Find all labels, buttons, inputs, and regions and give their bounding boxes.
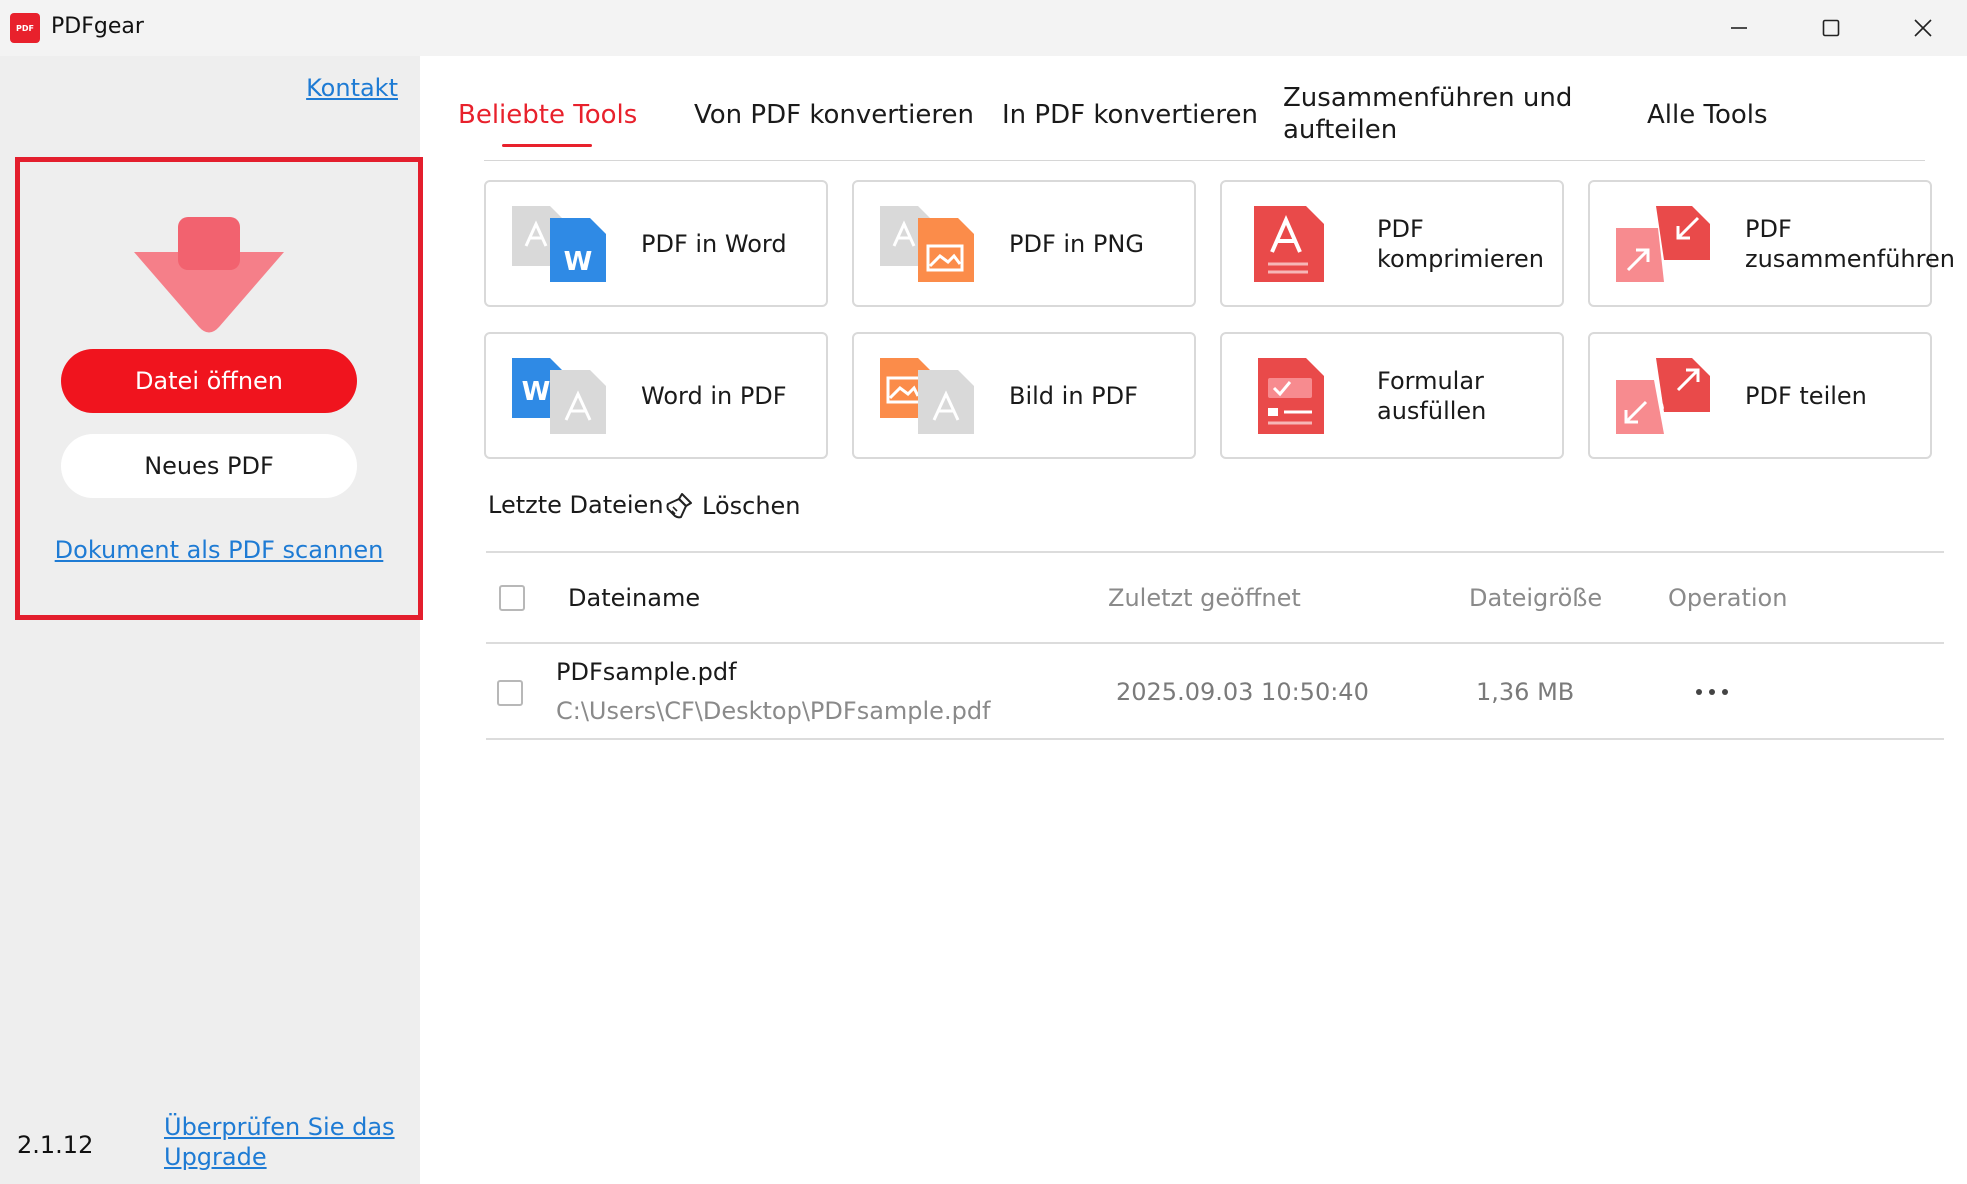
recent-files-title: Letzte Dateien (488, 491, 664, 519)
close-button[interactable] (1877, 0, 1967, 56)
open-file-button[interactable]: Datei öffnen (61, 349, 357, 413)
broom-icon (666, 493, 692, 519)
more-options-button[interactable] (1690, 670, 1734, 714)
tool-label: PDF komprimieren (1377, 214, 1545, 273)
split-pdf-icon (1616, 358, 1710, 435)
column-header-last-opened[interactable]: Zuletzt geöffnet (1108, 584, 1301, 612)
close-icon (1914, 19, 1932, 37)
new-pdf-button[interactable]: Neues PDF (61, 434, 357, 498)
contact-link[interactable]: Kontakt (306, 74, 398, 102)
tab-merge-split[interactable]: Zusammenführen und aufteilen (1283, 82, 1583, 146)
tool-label: PDF in Word (641, 229, 787, 258)
maximize-icon (1822, 19, 1840, 37)
merge-pdf-icon (1616, 206, 1710, 282)
image-to-pdf-icon (880, 358, 974, 434)
tabs-divider (484, 160, 1925, 161)
active-tab-indicator (502, 144, 592, 147)
pdf-to-word-icon: W (512, 206, 606, 282)
tool-pdf-to-png[interactable]: PDF in PNG (852, 180, 1196, 307)
tool-merge-pdf[interactable]: PDF zusammenführen (1588, 180, 1955, 307)
app-logo: PDF (10, 13, 40, 43)
maximize-button[interactable] (1785, 0, 1877, 56)
tool-label: PDF in PNG (1009, 229, 1144, 258)
tool-compress-pdf[interactable]: PDF komprimieren (1220, 180, 1564, 307)
check-upgrade-link[interactable]: Überprüfen Sie das Upgrade (164, 1112, 404, 1172)
tool-image-to-pdf[interactable]: Bild in PDF (852, 332, 1196, 459)
tool-label: PDF teilen (1745, 381, 1867, 410)
header-divider (486, 642, 1944, 644)
tool-label: Formular ausfüllen (1377, 366, 1487, 425)
tool-pdf-to-word[interactable]: W PDF in Word (484, 180, 828, 307)
tool-split-pdf[interactable]: PDF teilen (1588, 332, 1932, 459)
tool-label: Word in PDF (641, 381, 787, 410)
tab-popular-tools[interactable]: Beliebte Tools (458, 99, 637, 131)
tool-fill-form[interactable]: Formular ausfüllen (1220, 332, 1564, 459)
word-to-pdf-icon: W (512, 358, 606, 434)
column-header-operation: Operation (1668, 584, 1788, 612)
drop-file-arrow-icon (134, 217, 284, 333)
minimize-button[interactable] (1693, 0, 1785, 56)
clear-label: Löschen (702, 492, 801, 520)
version-label: 2.1.12 (17, 1131, 94, 1159)
compress-pdf-icon (1254, 206, 1324, 282)
fill-form-icon (1258, 358, 1324, 434)
sidebar: Kontakt Datei öffnen Neues PDF Dokument … (0, 56, 423, 1184)
row-divider (486, 738, 1944, 740)
tool-label: PDF zusammenführen (1745, 214, 1955, 273)
select-all-checkbox[interactable] (499, 585, 525, 611)
file-size: 1,36 MB (1476, 678, 1575, 706)
file-last-opened: 2025.09.03 10:50:40 (1116, 678, 1369, 706)
svg-text:W: W (522, 377, 551, 407)
tab-convert-from-pdf[interactable]: Von PDF konvertieren (694, 99, 974, 131)
column-header-size[interactable]: Dateigröße (1469, 584, 1602, 612)
tool-tabs: Beliebte Tools Von PDF konvertieren In P… (458, 82, 1925, 160)
tool-word-to-pdf[interactable]: W Word in PDF (484, 332, 828, 459)
minimize-icon (1731, 27, 1747, 29)
scan-document-link[interactable]: Dokument als PDF scannen (20, 536, 418, 564)
open-file-panel: Datei öffnen Neues PDF Dokument als PDF … (15, 157, 423, 620)
recent-divider (486, 551, 1944, 553)
title-bar: PDF PDFgear (0, 0, 1967, 56)
tool-label: Bild in PDF (1009, 381, 1138, 410)
tab-all-tools[interactable]: Alle Tools (1647, 99, 1768, 131)
file-name[interactable]: PDFsample.pdf (556, 658, 737, 686)
app-title: PDFgear (51, 14, 144, 39)
file-path: C:\Users\CF\Desktop\PDFsample.pdf (556, 697, 991, 725)
row-checkbox[interactable] (497, 680, 523, 706)
tab-convert-to-pdf[interactable]: In PDF konvertieren (1002, 99, 1258, 131)
column-header-filename[interactable]: Dateiname (568, 584, 700, 612)
clear-recent-button[interactable]: Löschen (664, 488, 801, 524)
more-icon (1696, 689, 1728, 695)
svg-text:W: W (564, 247, 593, 277)
pdf-to-png-icon (880, 206, 974, 282)
